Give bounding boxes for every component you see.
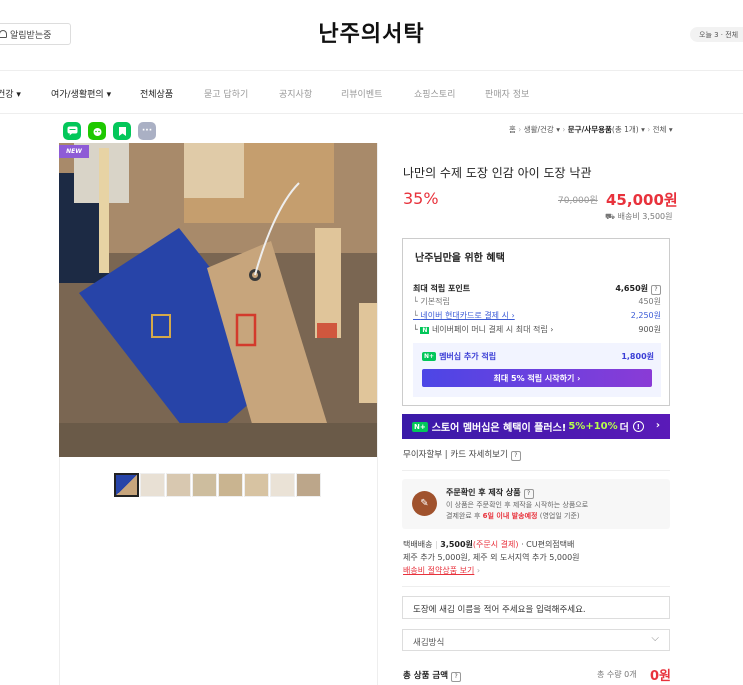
shipping-saver-link[interactable]: 배송비 절약상품 보기 bbox=[403, 566, 474, 575]
membership-plus-banner[interactable]: N+ 스토어 멤버십은 혜택이 플러스! 5%+10% 더 ! › bbox=[402, 414, 670, 439]
membership-area: N+ 멤버십 추가 적립 1,800원 최대 5% 적립 시작하기 › bbox=[413, 343, 661, 397]
column-divider bbox=[377, 143, 378, 685]
thumbnail[interactable] bbox=[244, 473, 269, 497]
divider bbox=[402, 586, 670, 587]
max-points-value: 4,650원? bbox=[615, 283, 661, 295]
chevron-right-icon: › bbox=[655, 420, 660, 431]
band-icon[interactable] bbox=[88, 122, 106, 140]
interest-free-link[interactable]: 무이자할부 | 카드 자세히보기? bbox=[403, 448, 521, 461]
info-icon: ! bbox=[632, 421, 644, 432]
thumbnail[interactable] bbox=[140, 473, 165, 497]
breadcrumb-count: (총 1개) bbox=[611, 125, 639, 134]
made-to-order-title: 주문확인 후 제작 상품? bbox=[446, 487, 534, 499]
delivery-carrier: · CU편의점택배 bbox=[521, 540, 575, 549]
bookmark-icon[interactable] bbox=[113, 122, 131, 140]
card-value: 2,250원 bbox=[630, 311, 661, 320]
membership-start-button[interactable]: 최대 5% 적립 시작하기 › bbox=[422, 369, 652, 387]
shipping-fee: ⛟ 배송비 3,500원 bbox=[605, 212, 673, 221]
product-title: 나만의 수제 도장 인감 아이 도장 낙관 bbox=[403, 166, 592, 180]
delivery-info: 택배배송 | 3,500원(주문시 결제) · CU편의점택배 제주 추가 5,… bbox=[403, 540, 580, 575]
thumbnail[interactable] bbox=[270, 473, 295, 497]
made-to-order-desc: 이 상품은 주문확인 후 제작을 시작하는 상품으로 bbox=[446, 501, 589, 509]
product-main-image[interactable] bbox=[59, 143, 377, 457]
help-icon[interactable]: ? bbox=[523, 489, 534, 499]
thumbnail[interactable] bbox=[218, 473, 243, 497]
thumbnail[interactable] bbox=[166, 473, 191, 497]
delivery-fee: 3,500원 bbox=[440, 540, 473, 549]
nav-item-notice[interactable]: 공지사항 bbox=[279, 87, 312, 100]
delivery-island-fee: 제주 추가 5,000원, 제주 외 도서지역 추가 5,000원 bbox=[403, 553, 580, 562]
banner-highlight: 5%+10% bbox=[568, 421, 618, 432]
card-label[interactable]: └ 네이버 현대카드로 결제 시 › bbox=[413, 310, 515, 321]
thumbnail-strip bbox=[114, 473, 321, 497]
delivery-label: 택배배송 bbox=[403, 540, 433, 549]
share-icons: ··· bbox=[63, 122, 156, 140]
benefit-title: 난주님만을 위한 혜택 bbox=[415, 253, 505, 264]
store-title[interactable]: 난주의서탁 bbox=[0, 16, 743, 48]
membership-amount: 1,800원 bbox=[621, 352, 654, 361]
breadcrumb-cat2[interactable]: 문구/사무용품 bbox=[568, 125, 612, 134]
nplus-icon: N+ bbox=[422, 352, 437, 361]
thumbnail[interactable] bbox=[192, 473, 217, 497]
breadcrumb-all[interactable]: 전체 bbox=[653, 125, 667, 134]
npay-label[interactable]: └ N 네이버페이 머니 결제 시 최대 적립 › bbox=[413, 324, 553, 335]
max-points-label: 최대 적립 포인트 bbox=[413, 284, 471, 293]
thumbnail[interactable] bbox=[296, 473, 321, 497]
npay-icon: N bbox=[420, 327, 430, 334]
left-border bbox=[59, 457, 60, 685]
breadcrumb-home[interactable]: 홈 bbox=[509, 125, 516, 134]
edit-note-icon: ✎ bbox=[412, 491, 437, 516]
nav-item-qna[interactable]: 묻고 답하기 bbox=[204, 87, 248, 100]
nav-item-shopping-story[interactable]: 쇼핑스토리 bbox=[414, 87, 455, 100]
more-icon[interactable]: ··· bbox=[138, 122, 156, 140]
total-label: 총 상품 금액? bbox=[403, 669, 462, 682]
banner-suffix: 더 bbox=[619, 423, 629, 434]
sale-price: 45,000원 bbox=[606, 191, 678, 209]
nav-item-review-event[interactable]: 리뷰이벤트 bbox=[341, 87, 382, 100]
total-quantity: 총 수량 0개 bbox=[597, 670, 637, 679]
talk-icon[interactable] bbox=[63, 122, 81, 140]
banner-prefix: 스토어 멤버십은 혜택이 플러스! bbox=[431, 423, 567, 434]
made-to-order-eta: 결제완료 후 6일 이내 발송예정 (영업일 기준) bbox=[446, 512, 580, 520]
help-icon[interactable]: ? bbox=[510, 451, 521, 461]
engrave-method-select[interactable]: 새김방식 ⌵ bbox=[402, 629, 670, 651]
nplus-icon: N+ bbox=[412, 421, 428, 432]
breadcrumb-cat1[interactable]: 생활/건강 bbox=[524, 125, 554, 134]
nav-item-seller-info[interactable]: 판매자 정보 bbox=[485, 87, 529, 100]
original-price: 70,000원 bbox=[558, 196, 598, 206]
chevron-down-icon: ⌵ bbox=[651, 633, 659, 644]
made-to-order-notice: ✎ 주문확인 후 제작 상품? 이 상품은 주문확인 후 제작을 시작하는 상품… bbox=[402, 479, 670, 529]
store-header: 알림받는중 난주의서탁 오늘 3 · 전체 bbox=[0, 0, 743, 68]
benefit-box: 난주님만을 위한 혜택 최대 적립 포인트 4,650원? └ 기본적립 450… bbox=[402, 238, 670, 406]
nav-item-leisure[interactable]: 여가/생활편의 ▾ bbox=[51, 87, 111, 100]
divider bbox=[402, 470, 670, 471]
npay-value: 900원 bbox=[638, 325, 661, 334]
membership-label: N+ 멤버십 추가 적립 bbox=[422, 352, 497, 361]
engrave-name-input[interactable]: 도장에 새김 이름을 적어 주세요을 입력해주세요. bbox=[402, 596, 670, 619]
total-amount: 0원 bbox=[650, 669, 672, 684]
new-badge: NEW bbox=[59, 145, 89, 158]
visitor-count: 오늘 3 · 전체 bbox=[690, 27, 743, 42]
truck-icon: ⛟ bbox=[605, 212, 616, 221]
thumbnail[interactable] bbox=[114, 473, 139, 497]
basic-value: 450원 bbox=[638, 297, 661, 306]
breadcrumb: 홈 › 생활/건강 ▾ › 문구/사무용품(총 1개) ▾ › 전체 ▾ bbox=[509, 125, 673, 134]
help-icon[interactable]: ? bbox=[651, 285, 661, 295]
category-nav: 건강 ▾ 여가/생활편의 ▾ 전체상품 묻고 답하기 공지사항 리뷰이벤트 쇼핑… bbox=[0, 70, 743, 114]
delivery-fee-note: (주문시 결제) bbox=[472, 540, 519, 549]
nav-item-health[interactable]: 건강 ▾ bbox=[0, 87, 21, 100]
discount-rate: 35% bbox=[403, 189, 439, 208]
basic-label: └ 기본적립 bbox=[413, 297, 450, 306]
nav-item-all-products[interactable]: 전체상품 bbox=[140, 87, 173, 100]
help-icon[interactable]: ? bbox=[451, 672, 462, 682]
